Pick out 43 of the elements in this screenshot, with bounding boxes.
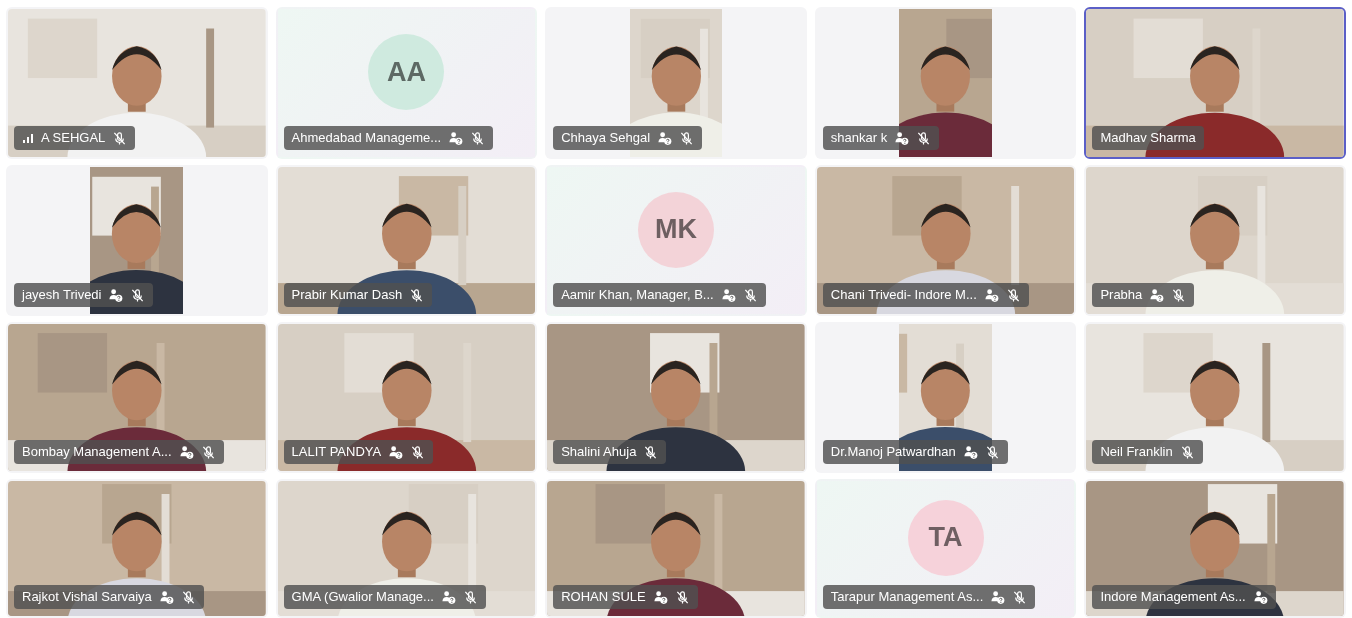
participant-name: Dr.Manoj Patwardhan: [830, 444, 956, 460]
participant-name: GMA (Gwalior Manage...: [291, 589, 434, 605]
video-tile[interactable]: ROHAN SULE: [545, 479, 807, 618]
participant-name: Prabha: [1100, 287, 1143, 303]
participant-name: Shalini Ahuja: [561, 444, 637, 460]
video-tile[interactable]: Dr.Manoj Patwardhan: [814, 322, 1077, 473]
video-tile[interactable]: Prabir Kumar Dash: [275, 165, 538, 316]
video-tile[interactable]: Rajkot Vishal Sarvaiya: [6, 479, 268, 618]
participant-name: Rajkot Vishal Sarvaiya: [22, 589, 152, 605]
participant-name: Ahmedabad Manageme...: [291, 130, 442, 146]
video-tile[interactable]: LALIT PANDYA: [275, 322, 538, 473]
video-tile[interactable]: Chhaya Sehgal: [545, 7, 807, 159]
avatar-initials: AA: [368, 34, 445, 110]
video-tile[interactable]: Prabha: [1084, 165, 1346, 316]
video-tile[interactable]: Neil Franklin: [1084, 322, 1346, 473]
video-tile[interactable]: jayesh Trivedi: [6, 165, 268, 316]
participant-name: Chani Trivedi- Indore M...: [830, 287, 977, 303]
video-tile[interactable]: TA Tarapur Management As...: [814, 479, 1077, 618]
participant-name: Prabir Kumar Dash: [291, 287, 403, 303]
avatar-initials: TA: [907, 499, 984, 576]
participant-name: jayesh Trivedi: [22, 287, 102, 303]
participant-name: ROHAN SULE: [561, 589, 646, 605]
participant-name: Indore Management As...: [1100, 589, 1246, 605]
video-tile[interactable]: Indore Management As...: [1084, 479, 1346, 618]
video-tile[interactable]: A SEHGAL: [6, 7, 268, 159]
participant-name: A SEHGAL: [41, 130, 106, 146]
participant-name: Tarapur Management As...: [830, 589, 984, 605]
participant-name: Chhaya Sehgal: [561, 130, 651, 146]
video-tile[interactable]: MK Aamir Khan, Manager, B...: [545, 165, 807, 316]
avatar-initials: MK: [638, 191, 714, 268]
participant-name: Neil Franklin: [1100, 444, 1173, 460]
video-tile[interactable]: Chani Trivedi- Indore M...: [814, 165, 1077, 316]
video-tile[interactable]: shankar k: [814, 7, 1077, 159]
video-tile[interactable]: Shalini Ahuja: [545, 322, 807, 473]
participant-name: Aamir Khan, Manager, B...: [561, 287, 714, 303]
video-tile[interactable]: GMA (Gwalior Manage...: [275, 479, 538, 618]
video-tile[interactable]: Madhav Sharma: [1084, 7, 1346, 159]
video-tile[interactable]: AA Ahmedabad Manageme...: [275, 7, 538, 159]
participant-name: LALIT PANDYA: [291, 444, 382, 460]
video-tile[interactable]: Bombay Management A...: [6, 322, 268, 473]
participant-name: shankar k: [830, 130, 888, 146]
participant-name: Madhav Sharma: [1100, 130, 1196, 146]
participant-name: Bombay Management A...: [22, 444, 172, 460]
